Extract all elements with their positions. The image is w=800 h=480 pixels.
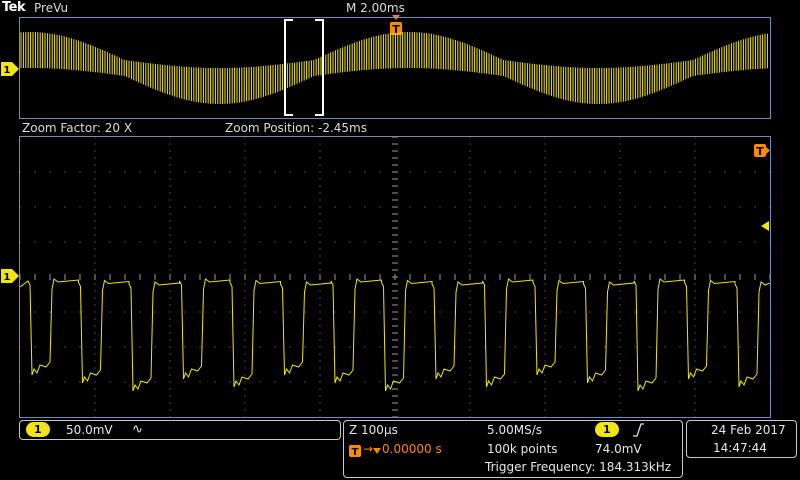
rising-edge-icon	[633, 423, 644, 437]
date-time-panel[interactable]: 24 Feb 2017 14:47:44	[686, 420, 797, 458]
trigger-delay-value: 0.00000 s	[382, 442, 442, 456]
svg-text:T: T	[352, 447, 359, 458]
ac-coupling-icon: ∿	[132, 422, 143, 437]
svg-text:1: 1	[4, 65, 11, 76]
trigger-frequency: Trigger Frequency: 184.313kHz	[485, 460, 672, 474]
trigger-down-arrow-icon	[373, 448, 381, 454]
trigger-level: 74.0mV	[595, 442, 642, 456]
sample-rate: 5.00MS/s	[487, 423, 542, 437]
horizontal-scale: M 2.00ms	[346, 1, 405, 15]
record-length: 100k points	[487, 442, 558, 456]
channel-1-marker-overview[interactable]: 1	[0, 61, 20, 77]
svg-text:1: 1	[4, 272, 11, 283]
vertical-scale: 50.0mV	[66, 423, 113, 437]
channel-1-badge: 1	[26, 422, 50, 437]
zoom-timebase: Z 100µs	[349, 423, 398, 437]
time-display: 14:47:44	[713, 441, 767, 455]
acquisition-mode: PreVu	[34, 1, 69, 15]
trigger-position-marker-zoom[interactable]: T	[753, 143, 771, 159]
zoom-window-bracket[interactable]	[283, 19, 327, 117]
trigger-level-arrow-icon[interactable]	[760, 220, 770, 232]
overview-waveform-window[interactable]	[19, 17, 771, 119]
svg-text:T: T	[756, 145, 764, 158]
channel-1-marker[interactable]: 1	[0, 268, 20, 284]
main-waveform-graticule[interactable]	[19, 136, 771, 418]
channel-1-trace	[20, 278, 770, 392]
brand-logo: Tek	[2, 0, 26, 15]
trigger-delay-icon: T	[349, 445, 361, 458]
date-display: 24 Feb 2017	[711, 423, 786, 437]
overview-trace-svg	[20, 32, 768, 104]
graticule-svg	[20, 137, 770, 417]
zoom-position-label: Zoom Position: -2.45ms	[225, 121, 367, 135]
channel-1-settings-panel[interactable]: 1 50.0mV ∿	[19, 420, 341, 440]
zoom-factor-label: Zoom Factor: 20 X	[22, 121, 133, 135]
overview-trace	[20, 32, 768, 104]
trigger-delay-arrow-icon: →	[363, 442, 374, 456]
trigger-source-badge: 1	[595, 422, 619, 437]
acquisition-settings-panel[interactable]: Z 100µs T → 0.00000 s 5.00MS/s 100k poin…	[343, 420, 683, 478]
